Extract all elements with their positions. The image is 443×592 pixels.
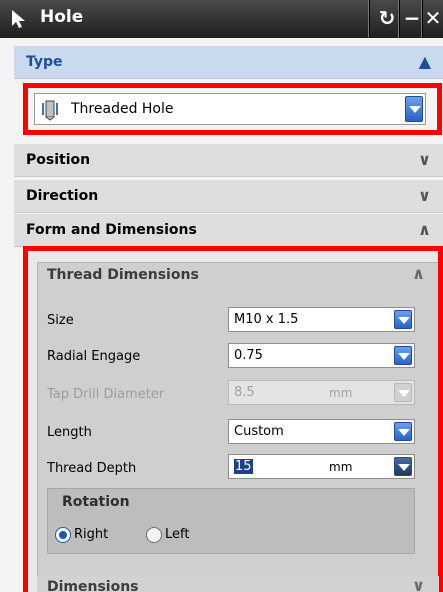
length-value: Custom (234, 424, 284, 439)
dropdown-arrow-icon[interactable] (394, 457, 412, 476)
section-type[interactable]: Type ▲ (14, 46, 443, 79)
radial-engage-select[interactable]: 0.75 (228, 343, 415, 368)
dialog-left-margin (0, 38, 14, 592)
length-select[interactable]: Custom (228, 419, 415, 444)
threaded-hole-icon (42, 100, 58, 121)
radio-left-label[interactable]: Left (165, 527, 189, 542)
chevron-down-icon[interactable]: ∨ (418, 150, 431, 169)
chevron-down-icon[interactable]: ∨ (412, 576, 425, 592)
thread-depth-unit: mm (329, 460, 353, 474)
size-label: Size (47, 313, 74, 328)
dropdown-arrow-icon[interactable] (405, 96, 423, 122)
titlebar-divider (368, 0, 370, 38)
thread-depth-label: Thread Depth (47, 461, 137, 476)
tap-drill-value: 8.5 (234, 385, 255, 400)
hole-type-select[interactable]: Threaded Hole (34, 93, 426, 125)
reset-icon[interactable]: ↻ (376, 4, 398, 32)
radio-right-label[interactable]: Right (74, 527, 108, 542)
size-select[interactable]: M10 x 1.5 (228, 307, 415, 332)
dropdown-arrow-icon[interactable] (394, 422, 412, 441)
dropdown-arrow-icon (394, 383, 412, 402)
rotation-title: Rotation (62, 494, 130, 510)
chevron-up-icon[interactable]: ∧ (412, 264, 425, 283)
section-form-label: Form and Dimensions (26, 222, 197, 238)
tap-drill-label: Tap Drill Diameter (47, 387, 165, 402)
tap-drill-field: 8.5 mm (228, 380, 415, 405)
section-form-dimensions[interactable]: Form and Dimensions ∧ (14, 214, 443, 247)
close-icon[interactable]: ✕ (422, 4, 443, 32)
section-direction[interactable]: Direction ∨ (14, 180, 443, 213)
dialog-title: Hole (40, 7, 84, 27)
tap-drill-unit: mm (329, 386, 353, 400)
radio-left[interactable] (146, 527, 162, 543)
chevron-down-icon[interactable]: ∨ (418, 186, 431, 205)
title-bar: Hole ↻ − ✕ (0, 0, 443, 38)
thread-depth-value: 15 (234, 459, 253, 474)
section-position[interactable]: Position ∨ (14, 144, 443, 177)
length-label: Length (47, 425, 92, 440)
radio-right[interactable] (55, 527, 71, 543)
dimensions-label: Dimensions (47, 579, 139, 592)
chevron-up-icon[interactable]: ▲ (419, 52, 431, 71)
radial-engage-label: Radial Engage (47, 349, 141, 364)
thread-dimensions-title: Thread Dimensions (47, 267, 199, 283)
radial-engage-value: 0.75 (234, 348, 263, 363)
size-value: M10 x 1.5 (234, 312, 299, 327)
section-type-label: Type (26, 54, 63, 70)
hole-type-value: Threaded Hole (71, 101, 174, 117)
section-position-label: Position (26, 152, 91, 168)
thread-depth-input[interactable]: 15 mm (228, 454, 415, 479)
select-arrow-icon[interactable] (6, 6, 34, 32)
section-direction-label: Direction (26, 188, 99, 204)
chevron-up-icon[interactable]: ∧ (418, 220, 431, 239)
dropdown-arrow-icon[interactable] (394, 346, 412, 365)
dropdown-arrow-icon[interactable] (394, 310, 412, 329)
titlebar-divider (398, 0, 400, 38)
minimize-icon[interactable]: − (401, 4, 423, 32)
